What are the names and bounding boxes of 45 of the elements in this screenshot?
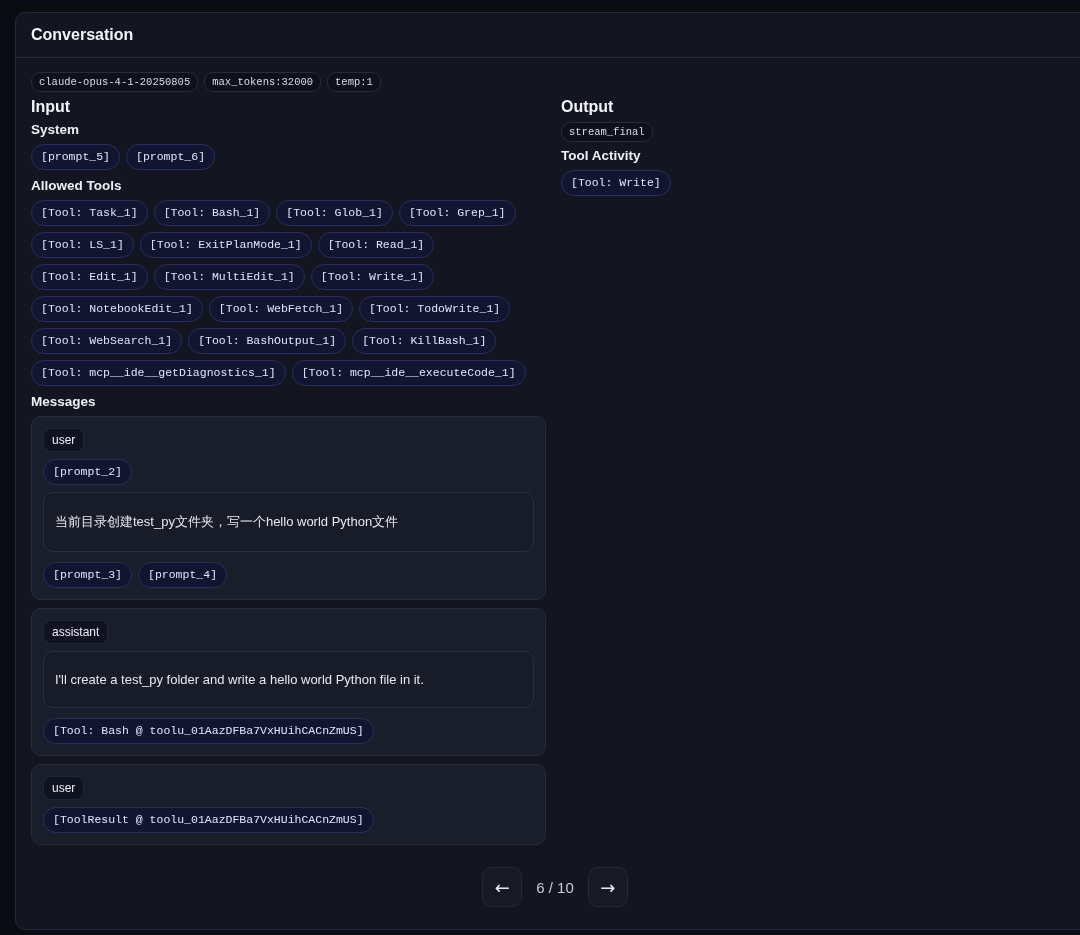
tool-chip: [Tool: mcp__ide__getDiagnostics_1] <box>31 360 286 386</box>
subsection-heading: Allowed Tools <box>31 178 123 193</box>
tool-chip: [Tool: Grep_1] <box>398 200 516 226</box>
tool-chip: [Tool: Bash_1] <box>153 200 271 226</box>
role-tag: assistant <box>43 620 109 644</box>
tool-chip: [Tool: TodoWrite_1] <box>359 296 511 322</box>
role-tag: user <box>43 428 85 452</box>
tool-chip: [Tool: WebFetch_1] <box>208 296 354 322</box>
prompt-chip: [prompt_5] <box>31 144 120 170</box>
tool-chip: [Tool: mcp__ide__executeCode_1] <box>291 360 526 386</box>
prompt-chip: [prompt_6] <box>126 144 216 170</box>
tool-chip: [Tool: Task_1] <box>31 200 148 226</box>
content-chip: [Tool: Bash @ toolu_01AazDFBa7VxHUihCACnZmUS] <box>43 718 374 744</box>
previous-button[interactable]: ← <box>482 867 523 907</box>
content-chip: [prompt_4] <box>138 562 228 588</box>
next-button[interactable]: → <box>587 867 628 907</box>
meta-tag: max_tokens:32000 <box>204 72 322 92</box>
tool-chip: [Tool: Read_1] <box>317 232 435 258</box>
tool-chip: [Tool: Write] <box>561 170 671 196</box>
tool-chip: [Tool: Write_1] <box>310 264 435 290</box>
tool-chip: [Tool: Edit_1] <box>31 264 148 290</box>
subsection-heading: Tool Activity <box>561 148 642 163</box>
section-heading: Output <box>561 98 615 116</box>
output-tag: stream_final <box>561 122 653 142</box>
message-text: 当前目录创建test_py文件夹，写一个hello world Python文件 <box>43 492 534 552</box>
tool-chip: [Tool: ExitPlanMode_1] <box>139 232 312 258</box>
panel-title: Conversation <box>31 26 134 44</box>
content-chip: [prompt_2] <box>43 459 132 485</box>
content-chip: [prompt_3] <box>43 562 132 588</box>
message-text: I'll create a test_py folder and write a hello world Python file in it. <box>43 651 534 708</box>
tool-chip: [Tool: Glob_1] <box>276 200 393 226</box>
tool-chip: [Tool: WebSearch_1] <box>31 328 183 354</box>
subsection-heading: Messages <box>31 394 97 409</box>
meta-tag: temp:1 <box>327 72 381 92</box>
tool-chip: [Tool: NotebookEdit_1] <box>31 296 203 322</box>
role-tag: user <box>43 776 85 800</box>
content-chip: [ToolResult @ toolu_01AazDFBa7VxHUihCACnZmUS] <box>43 807 374 833</box>
tool-chip: [Tool: MultiEdit_1] <box>153 264 305 290</box>
tool-chip: [Tool: KillBash_1] <box>352 328 497 354</box>
tool-chip: [Tool: LS_1] <box>31 232 134 258</box>
page-position: 6 / 10 <box>536 878 574 896</box>
meta-tag: claude-opus-4-1-20250805 <box>31 72 199 92</box>
section-heading: Input <box>31 98 72 116</box>
subsection-heading: System <box>31 122 81 137</box>
tool-chip: [Tool: BashOutput_1] <box>188 328 347 354</box>
